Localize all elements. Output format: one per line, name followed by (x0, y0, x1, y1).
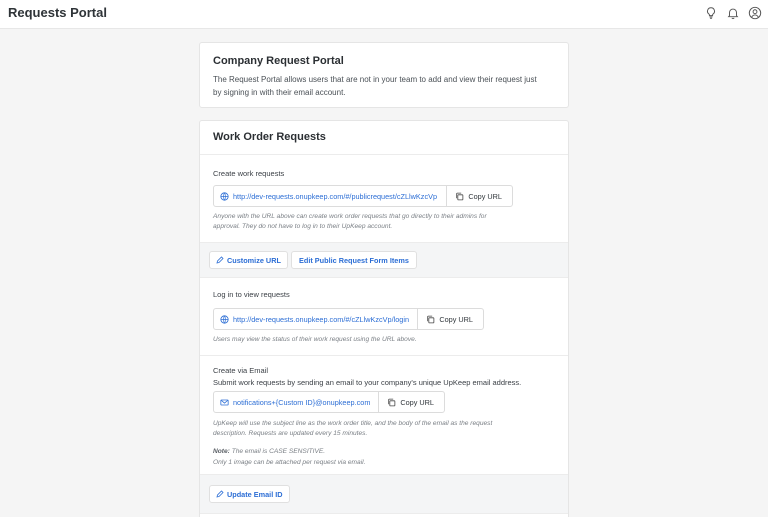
note-label: Note: (213, 448, 230, 455)
pencil-icon (216, 490, 224, 498)
copy-icon (426, 315, 435, 324)
email-section-title: Create via Email (213, 366, 269, 375)
login-copy-url-button[interactable]: Copy URL (418, 309, 483, 329)
pencil-icon (216, 256, 224, 264)
email-copy-url-button[interactable]: Copy URL (379, 392, 444, 412)
copy-url-label: Copy URL (468, 191, 502, 201)
user-icon[interactable] (748, 6, 762, 20)
copy-url-label: Copy URL (439, 314, 473, 324)
intro-description: The Request Portal allows users that are… (213, 75, 537, 97)
envelope-icon (220, 398, 229, 407)
work-order-title: Work Order Requests (213, 131, 326, 143)
login-url-box: http://dev-requests.onupkeep.com/#/cZLlw… (213, 308, 484, 330)
edit-form-items-button[interactable]: Edit Public Request Form Items (291, 251, 417, 269)
copy-url-label: Copy URL (400, 397, 434, 407)
login-url-text: http://dev-requests.onupkeep.com/#/cZLlw… (233, 314, 410, 324)
email-address[interactable]: notifications+{Custom ID}@onupkeep.com (214, 392, 378, 412)
email-note-line2: Only 1 image can be attached per request… (213, 459, 366, 466)
create-url-link[interactable]: http://dev-requests.onupkeep.com/#/publi… (214, 186, 446, 206)
divider (200, 355, 568, 356)
create-section-title: Create work requests (213, 169, 285, 178)
create-hint: Anyone with the URL above can create wor… (213, 213, 487, 230)
header-actions (704, 6, 762, 20)
update-email-id-button[interactable]: Update Email ID (209, 485, 290, 503)
email-address-text: notifications+{Custom ID}@onupkeep.com (233, 397, 371, 407)
customize-url-button[interactable]: Customize URL (209, 251, 288, 269)
email-description: Submit work requests by sending an email… (213, 378, 522, 387)
login-url-link[interactable]: http://dev-requests.onupkeep.com/#/cZLlw… (214, 309, 417, 329)
work-order-requests-card: Work Order Requests Create work requests… (199, 120, 569, 517)
create-url-box: http://dev-requests.onupkeep.com/#/publi… (213, 185, 513, 207)
login-section-title: Log in to view requests (213, 290, 290, 299)
create-actions-bar: Customize URL Edit Public Request Form I… (200, 242, 568, 278)
globe-icon (220, 314, 229, 324)
update-email-id-label: Update Email ID (227, 489, 283, 499)
customize-url-label: Customize URL (227, 255, 281, 265)
bell-icon[interactable] (726, 6, 740, 20)
intro-card: Company Request Portal The Request Porta… (199, 42, 569, 108)
create-copy-url-button[interactable]: Copy URL (447, 186, 512, 206)
top-bar: Requests Portal (0, 0, 768, 29)
page-title: Requests Portal (8, 5, 107, 20)
globe-icon (220, 191, 229, 201)
email-note: Note: The email is CASE SENSITIVE. (213, 447, 325, 457)
login-hint: Users may view the status of their work … (213, 336, 417, 343)
email-hint: UpKeep will use the subject line as the … (213, 420, 493, 437)
divider (200, 154, 568, 155)
lightbulb-icon[interactable] (704, 6, 718, 20)
create-url-text: http://dev-requests.onupkeep.com/#/publi… (233, 191, 438, 201)
copy-icon (455, 192, 464, 201)
copy-icon (387, 398, 396, 407)
intro-title: Company Request Portal (213, 55, 344, 67)
email-address-box: notifications+{Custom ID}@onupkeep.com C… (213, 391, 445, 413)
edit-form-items-label: Edit Public Request Form Items (299, 255, 409, 265)
email-actions-bar: Update Email ID (200, 474, 568, 514)
note-text: The email is CASE SENSITIVE. (231, 448, 326, 455)
